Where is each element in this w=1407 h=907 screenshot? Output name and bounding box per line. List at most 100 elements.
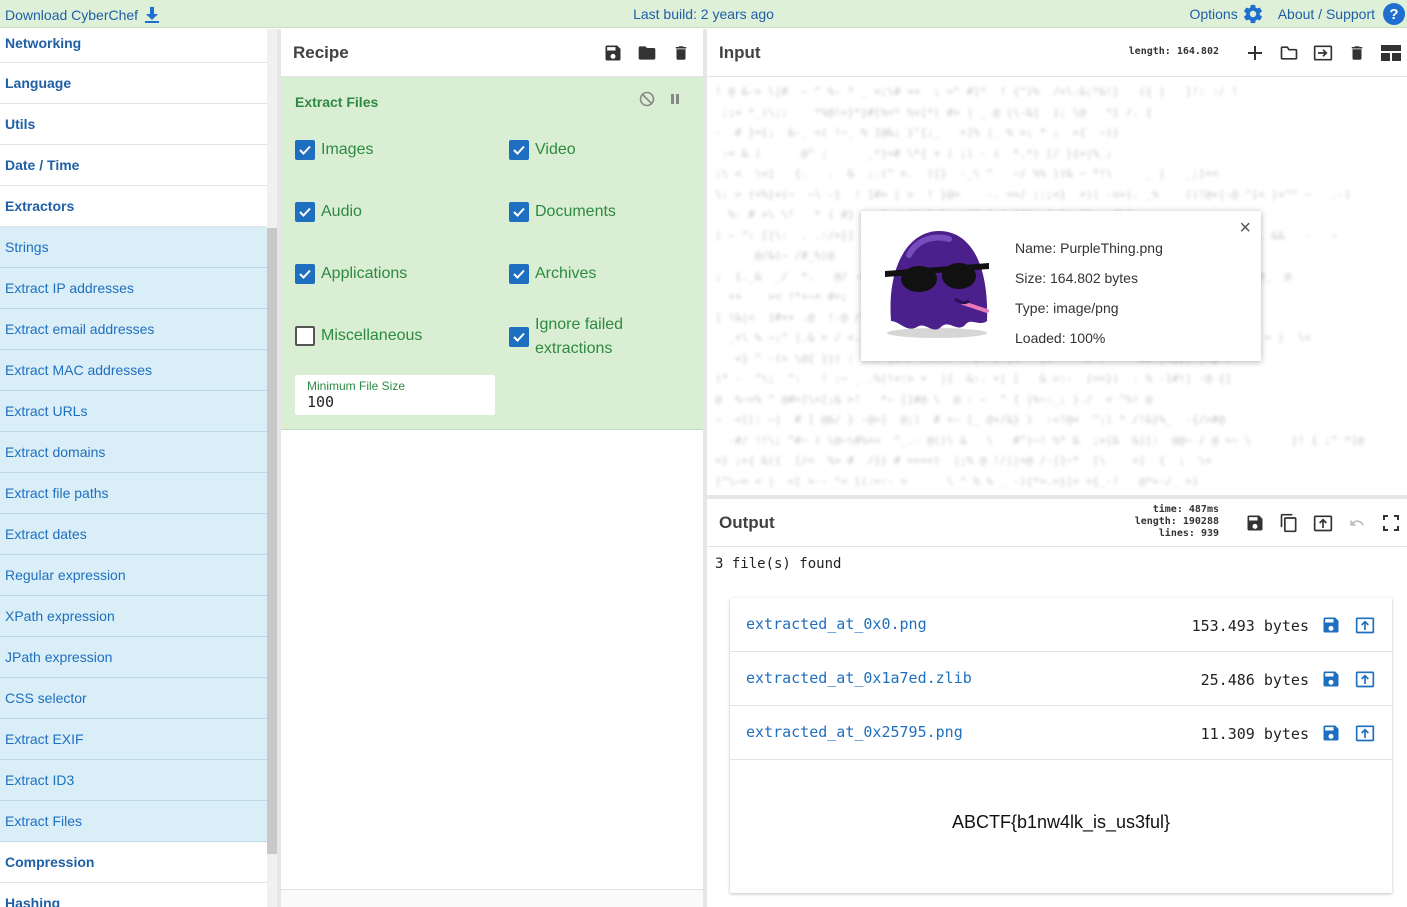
- category-date-time[interactable]: Date / Time: [0, 145, 277, 186]
- save-output-icon[interactable]: [1243, 511, 1267, 535]
- op-jpath-expression[interactable]: JPath expression: [0, 637, 267, 678]
- load-file-icon[interactable]: [1311, 41, 1335, 65]
- move-to-input-icon[interactable]: [1354, 722, 1376, 744]
- file-size: 25.486 bytes: [1200, 671, 1309, 689]
- op-extract-file-paths[interactable]: Extract file paths: [0, 473, 267, 514]
- replace-input-icon[interactable]: [1311, 511, 1335, 535]
- category-utils[interactable]: Utils: [0, 104, 277, 145]
- checkbox-miscellaneous[interactable]: Miscellaneous: [295, 326, 422, 346]
- close-icon[interactable]: ×: [1239, 217, 1251, 240]
- ingredient-title: Extract Files: [295, 94, 379, 110]
- file-size: 153.493 bytes: [1191, 617, 1309, 635]
- copy-icon[interactable]: [1277, 511, 1301, 535]
- file-row: extracted_at_0x25795.png 11.309 bytes: [730, 706, 1392, 760]
- file-name-link[interactable]: extracted_at_0x1a7ed.zlib: [746, 669, 972, 687]
- category-language[interactable]: Language: [0, 63, 277, 104]
- disable-icon[interactable]: [639, 91, 655, 107]
- input-length: length: 164.802: [1128, 46, 1219, 57]
- download-label: Download CyberChef: [5, 7, 139, 23]
- recipe-panel: Recipe Extract Files Images Video Audio …: [281, 29, 703, 907]
- maximize-icon[interactable]: [1379, 511, 1403, 535]
- checked-icon: [509, 264, 529, 284]
- checkbox-archives[interactable]: Archives: [509, 264, 596, 284]
- extract-files-ingredient[interactable]: Extract Files Images Video Audio Documen…: [281, 77, 703, 430]
- file-row: extracted_at_0x0.png 153.493 bytes: [730, 598, 1392, 652]
- flag-text: ABCTF{b1nw4lk_is_us3ful}: [951, 812, 1171, 832]
- save-file-icon[interactable]: [1320, 614, 1342, 636]
- recipe-title: Recipe: [293, 42, 349, 62]
- save-file-icon[interactable]: [1320, 668, 1342, 690]
- checkbox-label: Images: [321, 141, 374, 158]
- op-extract-exif[interactable]: Extract EXIF: [0, 719, 267, 760]
- pause-icon[interactable]: [667, 91, 683, 107]
- min-file-size-field[interactable]: Minimum File Size 100: [295, 375, 495, 415]
- move-to-input-icon[interactable]: [1354, 668, 1376, 690]
- op-extract-email-addresses[interactable]: Extract email addresses: [0, 309, 267, 350]
- output-title: Output: [719, 512, 775, 532]
- about-support-label: About / Support: [1277, 6, 1375, 22]
- category-networking[interactable]: Networking: [0, 29, 277, 63]
- file-name-link[interactable]: extracted_at_0x25795.png: [746, 723, 963, 741]
- op-regular-expression[interactable]: Regular expression: [0, 555, 267, 596]
- save-icon[interactable]: [601, 41, 625, 65]
- checked-icon: [295, 264, 315, 284]
- op-xpath-expression[interactable]: XPath expression: [0, 596, 267, 637]
- top-banner: Download CyberChef Last build: 2 years a…: [0, 0, 1407, 28]
- checkbox-audio[interactable]: Audio: [295, 202, 362, 222]
- file-size: 11.309 bytes: [1200, 725, 1309, 743]
- options-button[interactable]: Options: [1189, 3, 1263, 25]
- checkbox-ignore-failed[interactable]: Ignore failed extractions: [509, 313, 639, 361]
- extracted-files-card: extracted_at_0x0.png 153.493 bytes extra…: [730, 598, 1392, 893]
- download-link[interactable]: Download CyberChef: [5, 6, 160, 24]
- op-extract-urls[interactable]: Extract URLs: [0, 391, 267, 432]
- gear-icon: [1242, 3, 1264, 25]
- checkbox-documents[interactable]: Documents: [509, 202, 616, 222]
- min-file-size-value[interactable]: 100: [307, 393, 483, 411]
- op-strings[interactable]: Strings: [0, 227, 267, 268]
- checkbox-label: Documents: [535, 203, 616, 220]
- layout-icon[interactable]: [1379, 41, 1403, 65]
- op-extract-ip-addresses[interactable]: Extract IP addresses: [0, 268, 267, 309]
- output-time: 487ms: [1188, 504, 1219, 515]
- plus-icon[interactable]: [1243, 41, 1267, 65]
- output-panel: Output time: 487ms length: 190288 lines:…: [707, 499, 1407, 907]
- category-compression[interactable]: Compression: [0, 842, 277, 883]
- last-build-text[interactable]: Last build: 2 years ago: [633, 6, 774, 22]
- op-extract-dates[interactable]: Extract dates: [0, 514, 267, 555]
- trash-icon[interactable]: [1345, 41, 1369, 65]
- output-lines: 939: [1200, 528, 1219, 539]
- options-label: Options: [1189, 6, 1238, 22]
- checkbox-label: Audio: [321, 203, 362, 220]
- file-name-text: Name: PurpleThing.png: [1015, 240, 1163, 256]
- checkbox-images[interactable]: Images: [295, 140, 373, 160]
- op-extract-files[interactable]: Extract Files: [0, 801, 267, 842]
- help-icon: ?: [1383, 3, 1405, 25]
- folder-icon[interactable]: [635, 41, 659, 65]
- ops-scrollbar[interactable]: [267, 228, 277, 854]
- file-name-link[interactable]: extracted_at_0x0.png: [746, 615, 927, 633]
- files-found-text: 3 file(s) found: [715, 556, 842, 572]
- category-hashing[interactable]: Hashing: [0, 883, 277, 907]
- file-type-text: Type: image/png: [1015, 300, 1119, 316]
- checkbox-label: Applications: [321, 265, 408, 282]
- category-extractors[interactable]: Extractors: [0, 186, 277, 227]
- checkbox-label: Archives: [535, 265, 597, 282]
- move-to-input-icon[interactable]: [1354, 614, 1376, 636]
- about-support-button[interactable]: About / Support ?: [1278, 3, 1405, 25]
- checkbox-video[interactable]: Video: [509, 140, 576, 160]
- file-loaded-text: Loaded: 100%: [1015, 330, 1106, 346]
- file-thumbnail: [879, 225, 995, 341]
- op-extract-mac-addresses[interactable]: Extract MAC addresses: [0, 350, 267, 391]
- op-extract-id3[interactable]: Extract ID3: [0, 760, 267, 801]
- undo-icon[interactable]: [1345, 511, 1369, 535]
- op-css-selector[interactable]: CSS selector: [0, 678, 267, 719]
- checked-icon: [509, 140, 529, 160]
- download-icon: [144, 6, 160, 24]
- save-file-icon[interactable]: [1320, 722, 1342, 744]
- output-stats: time: 487ms length: 190288 lines: 939: [1134, 504, 1219, 539]
- checkbox-applications[interactable]: Applications: [295, 264, 407, 284]
- op-extract-domains[interactable]: Extract domains: [0, 432, 267, 473]
- trash-icon[interactable]: [669, 41, 693, 65]
- open-folder-icon[interactable]: [1277, 41, 1301, 65]
- unchecked-icon: [295, 326, 315, 346]
